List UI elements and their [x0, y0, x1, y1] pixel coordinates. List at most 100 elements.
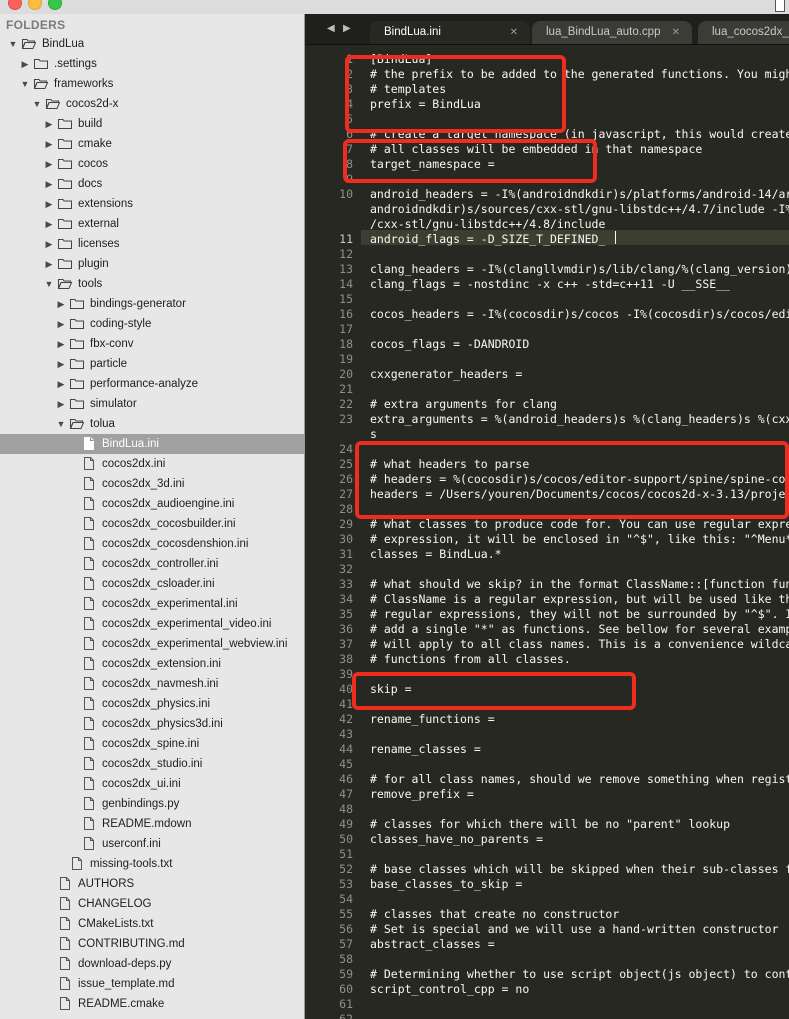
tree-folder[interactable]: ▶ external — [0, 214, 304, 234]
line-number: 10 — [339, 187, 353, 201]
tree-file[interactable]: cocos2dx_ui.ini — [0, 774, 304, 794]
code-line: # expression, it will be enclosed in "^$… — [370, 532, 789, 546]
tree-item-label: BindLua — [42, 38, 85, 50]
tree-file[interactable]: cocos2dx_navmesh.ini — [0, 674, 304, 694]
tree-file[interactable]: cocos2dx_experimental.ini — [0, 594, 304, 614]
tree-folder[interactable]: ▶ build — [0, 114, 304, 134]
annotation-box-target-namespace — [343, 139, 597, 183]
tree-file[interactable]: cocos2dx_physics3d.ini — [0, 714, 304, 734]
tree-file[interactable]: BindLua.ini — [0, 434, 304, 454]
tab-lua-bindlua-auto-cpp[interactable]: lua_BindLua_auto.cpp ✕ — [532, 21, 692, 44]
tree-file[interactable]: cocos2dx_studio.ini — [0, 754, 304, 774]
disclosure-closed-icon[interactable]: ▶ — [56, 374, 66, 394]
tree-file[interactable]: cocos2dx_spine.ini — [0, 734, 304, 754]
tree-file[interactable]: cocos2dx_physics.ini — [0, 694, 304, 714]
tree-file[interactable]: README.cmake — [0, 994, 304, 1014]
tree-folder[interactable]: ▼ BindLua — [0, 34, 304, 54]
line-number: 18 — [339, 337, 353, 351]
tree-folder[interactable]: ▶ fbx-conv — [0, 334, 304, 354]
tree-file[interactable]: README.mdown — [0, 814, 304, 834]
tree-item-label: plugin — [78, 258, 109, 270]
tree-folder[interactable]: ▶ .settings — [0, 54, 304, 74]
code-area[interactable]: 1 2 3 4 5 6 7 8 9 10 11 12 13 14 15 16 17 18 19 20 21 22 23 24 2… — [305, 45, 789, 1019]
folder-open-icon — [46, 98, 60, 109]
disclosure-closed-icon[interactable]: ▶ — [56, 294, 66, 314]
file-icon — [84, 777, 98, 790]
tree-file[interactable]: CONTRIBUTING.md — [0, 934, 304, 954]
window-minimize-button[interactable] — [28, 0, 42, 10]
tree-item-label: cocos2dx_experimental_video.ini — [102, 618, 272, 630]
disclosure-closed-icon[interactable]: ▶ — [44, 174, 54, 194]
tree-folder[interactable]: ▶ performance-analyze — [0, 374, 304, 394]
tree-item-label: extensions — [78, 198, 133, 210]
close-icon[interactable]: ✕ — [672, 21, 680, 44]
tree-file[interactable]: AUTHORS — [0, 874, 304, 894]
tree-folder[interactable]: ▶ plugin — [0, 254, 304, 274]
disclosure-closed-icon[interactable]: ▶ — [20, 54, 30, 74]
tree-file[interactable]: cocos2dx_experimental_video.ini — [0, 614, 304, 634]
disclosure-open-icon[interactable]: ▼ — [8, 34, 18, 54]
tree-folder[interactable]: ▶ coding-style — [0, 314, 304, 334]
tree-file[interactable]: CHANGELOG — [0, 894, 304, 914]
tree-folder[interactable]: ▶ extensions — [0, 194, 304, 214]
window-close-button[interactable] — [8, 0, 22, 10]
tree-folder[interactable]: ▼ frameworks — [0, 74, 304, 94]
tree-file[interactable]: cocos2dx.ini — [0, 454, 304, 474]
tree-file[interactable]: download-deps.py — [0, 954, 304, 974]
code-line: # base classes which will be skipped whe… — [370, 862, 789, 876]
tab-bindlua-ini[interactable]: BindLua.ini ✕ — [370, 21, 530, 44]
tree-item-label: cocos2dx_navmesh.ini — [102, 678, 219, 690]
disclosure-closed-icon[interactable]: ▶ — [44, 154, 54, 174]
tree-file[interactable]: cocos2dx_csloader.ini — [0, 574, 304, 594]
disclosure-closed-icon[interactable]: ▶ — [44, 194, 54, 214]
folder-icon — [58, 118, 72, 129]
tree-file[interactable]: cocos2dx_cocosdenshion.ini — [0, 534, 304, 554]
tree-file[interactable]: cocos2dx_extension.ini — [0, 654, 304, 674]
tree-item-label: genbindings.py — [102, 798, 180, 810]
disclosure-closed-icon[interactable]: ▶ — [56, 334, 66, 354]
tree-file[interactable]: cocos2dx_3d.ini — [0, 474, 304, 494]
line-number: 32 — [339, 562, 353, 576]
close-icon[interactable]: ✕ — [510, 21, 518, 44]
code-line: rename_functions = — [370, 712, 495, 726]
tree-file[interactable]: CMakeLists.txt — [0, 914, 304, 934]
disclosure-closed-icon[interactable]: ▶ — [44, 134, 54, 154]
tree-file[interactable]: cocos2dx_controller.ini — [0, 554, 304, 574]
tab-lua-cocos2dx[interactable]: lua_cocos2dx_ — [698, 21, 789, 44]
disclosure-closed-icon[interactable]: ▶ — [56, 394, 66, 414]
disclosure-closed-icon[interactable]: ▶ — [44, 254, 54, 274]
tree-folder[interactable]: ▶ licenses — [0, 234, 304, 254]
tree-file[interactable]: cocos2dx_audioengine.ini — [0, 494, 304, 514]
tree-file[interactable]: userconf.ini — [0, 834, 304, 854]
tree-file[interactable]: cocos2dx_cocosbuilder.ini — [0, 514, 304, 534]
disclosure-closed-icon[interactable]: ▶ — [56, 314, 66, 334]
disclosure-open-icon[interactable]: ▼ — [20, 74, 30, 94]
tree-file[interactable]: cocos2dx_experimental_webview.ini — [0, 634, 304, 654]
window-zoom-button[interactable] — [48, 0, 62, 10]
disclosure-closed-icon[interactable]: ▶ — [44, 114, 54, 134]
tab-nav-left-icon[interactable]: ◀ — [327, 23, 335, 34]
line-number: 16 — [339, 307, 353, 321]
tree-folder[interactable]: ▼ tolua — [0, 414, 304, 434]
tree-file[interactable]: missing-tools.txt — [0, 854, 304, 874]
disclosure-closed-icon[interactable]: ▶ — [56, 354, 66, 374]
tree-folder[interactable]: ▼ tools — [0, 274, 304, 294]
tree-folder[interactable]: ▼ cocos2d-x — [0, 94, 304, 114]
tree-folder[interactable]: ▶ cocos — [0, 154, 304, 174]
line-number: 20 — [339, 367, 353, 381]
disclosure-open-icon[interactable]: ▼ — [44, 274, 54, 294]
tree-file[interactable]: genbindings.py — [0, 794, 304, 814]
tab-nav-right-icon[interactable]: ▶ — [343, 23, 351, 34]
tree-folder[interactable]: ▶ cmake — [0, 134, 304, 154]
disclosure-open-icon[interactable]: ▼ — [32, 94, 42, 114]
tree-folder[interactable]: ▶ bindings-generator — [0, 294, 304, 314]
tree-folder[interactable]: ▶ simulator — [0, 394, 304, 414]
disclosure-open-icon[interactable]: ▼ — [56, 414, 66, 434]
file-icon — [84, 677, 98, 690]
tree-folder[interactable]: ▶ docs — [0, 174, 304, 194]
disclosure-closed-icon[interactable]: ▶ — [44, 214, 54, 234]
tree-folder[interactable]: ▶ particle — [0, 354, 304, 374]
tree-item-label: cocos2dx_csloader.ini — [102, 578, 215, 590]
disclosure-closed-icon[interactable]: ▶ — [44, 234, 54, 254]
tree-file[interactable]: issue_template.md — [0, 974, 304, 994]
